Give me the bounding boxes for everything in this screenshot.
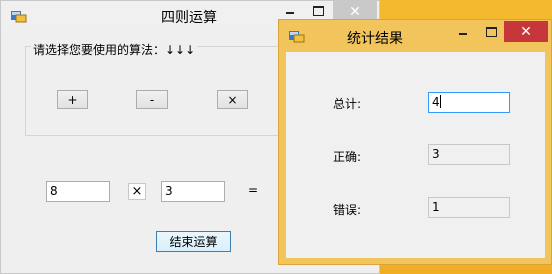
minimize-button[interactable] [276, 1, 304, 21]
minimize-icon [459, 33, 467, 35]
stats-maximize-button[interactable] [477, 22, 505, 42]
text-caret [439, 95, 441, 108]
operator-display: × [128, 183, 146, 200]
wrong-field: 1 [428, 197, 510, 218]
stats-minimize-button[interactable] [449, 22, 477, 42]
main-window-title: 四则运算 [161, 10, 217, 26]
close-icon: ✕ [520, 23, 532, 40]
multiply-button[interactable]: × [217, 90, 248, 109]
add-button[interactable]: + [57, 90, 88, 109]
total-label: 总计: [333, 97, 362, 111]
stats-window: 统计结果 ✕ 总计: 4 正确: 3 错误: 1 [278, 19, 552, 265]
correct-field: 3 [428, 144, 510, 165]
app-icon [11, 9, 27, 23]
stats-window-title: 统计结果 [347, 31, 403, 47]
maximize-icon [312, 6, 324, 16]
total-value: 4 [432, 95, 440, 109]
equals-sign: = [248, 183, 259, 197]
close-icon: ✕ [349, 3, 361, 20]
maximize-button[interactable] [304, 1, 332, 21]
operand1-input[interactable]: 8 [46, 181, 110, 202]
subtract-button[interactable]: - [136, 90, 168, 109]
maximize-icon [485, 27, 497, 37]
stats-titlebar[interactable]: 统计结果 ✕ [279, 20, 551, 50]
correct-label: 正确: [333, 150, 362, 164]
stats-close-button[interactable]: ✕ [504, 21, 548, 42]
end-calculation-button[interactable]: 结束运算 [156, 231, 231, 252]
operand2-input[interactable]: 3 [161, 181, 225, 202]
total-field[interactable]: 4 [428, 92, 510, 113]
wrong-label: 错误: [333, 203, 362, 217]
stats-app-icon [289, 29, 305, 43]
minimize-icon [286, 12, 294, 14]
stats-client-area: 总计: 4 正确: 3 错误: 1 [286, 52, 545, 258]
algorithm-group-label: 请选择您要使用的算法：↓↓↓ [31, 41, 198, 58]
